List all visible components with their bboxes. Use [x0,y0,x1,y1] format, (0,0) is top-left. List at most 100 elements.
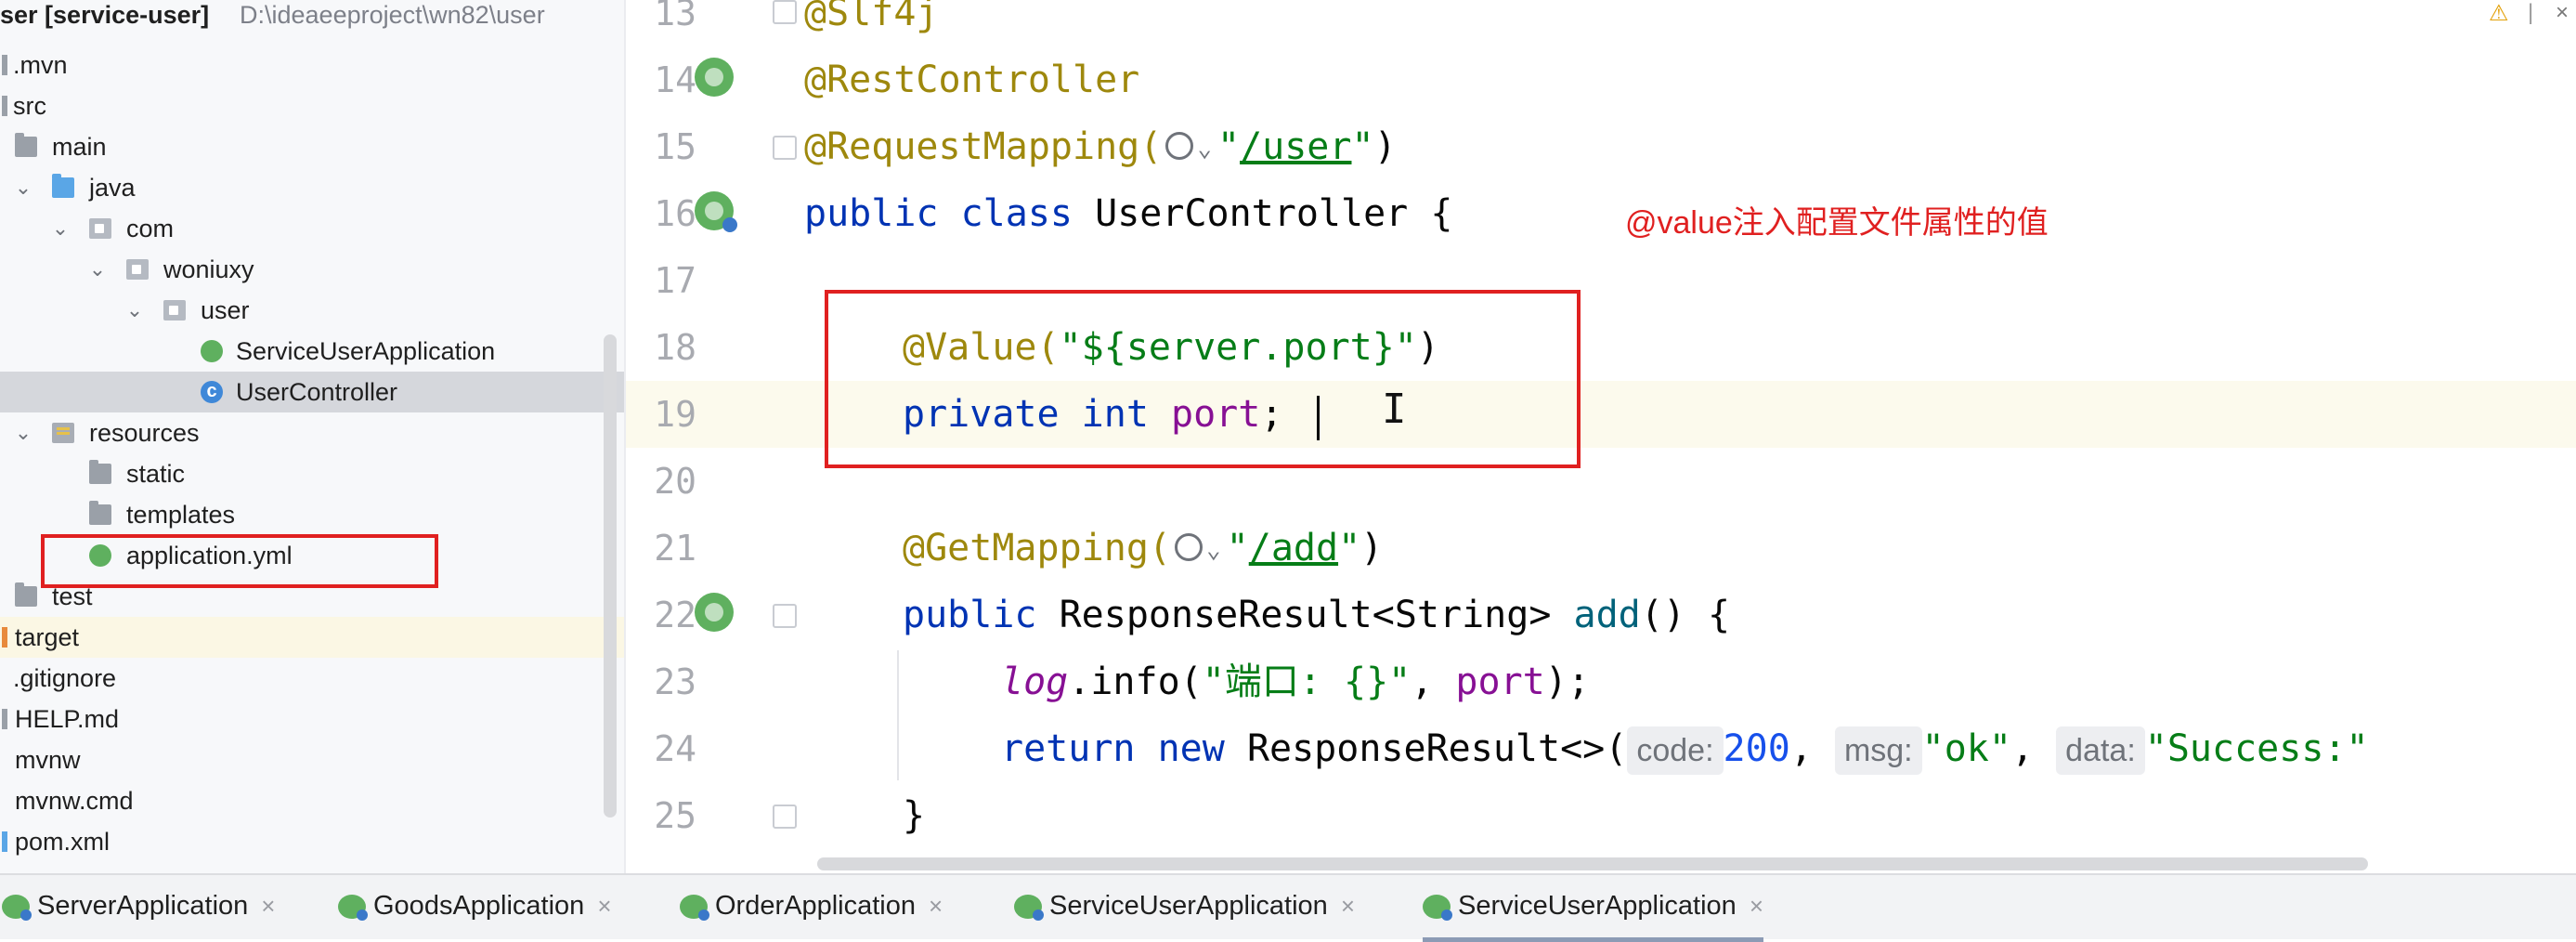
fold-marker-icon[interactable] [773,604,797,628]
spring-boot-run-icon [338,895,368,922]
code-line-21: @GetMapping(⌄ "/add") [903,527,1384,569]
tree-item-label: main [52,133,107,161]
fold-marker-icon[interactable] [773,805,797,829]
highlight-box-application-yml [41,534,438,588]
string-token: "/user" [1216,125,1374,168]
project-root-row[interactable]: ser [service-user] D:\ideaeeproject\wn82… [0,0,624,35]
spring-boot-run-icon [1014,895,1044,922]
fold-marker-icon[interactable] [773,136,797,160]
editor-horizontal-scrollbar[interactable] [817,857,2368,870]
chevron-down-icon[interactable]: ⌄ [124,300,145,321]
project-path: D:\ideaeeproject\wn82\user [240,1,545,29]
spring-boot-run-icon [680,895,709,922]
run-tab-label: OrderApplication [715,891,916,921]
line-number: 21 [654,528,696,569]
line-number: 13 [654,0,696,33]
spring-controller-gutter-icon[interactable] [695,191,737,232]
close-icon[interactable]: × [261,892,275,920]
chevron-down-icon[interactable]: ⌄ [1206,536,1221,564]
tree-item-main[interactable]: main [0,126,624,167]
tree-item-resources[interactable]: ⌄ resources [0,412,624,453]
string-token: "/add" [1226,527,1361,569]
tree-item-help-md[interactable]: HELP.md [0,699,624,739]
method-name-token: add [1573,594,1641,636]
tree-item-label: templates [126,501,236,529]
toolbar-separator: | [2528,0,2534,25]
run-tab-server-application[interactable]: ServerApplication × [2,875,275,937]
run-tab-label: ServiceUserApplication [1458,891,1737,921]
close-icon[interactable]: × [597,892,611,920]
tree-item-mvnw-cmd[interactable]: mvnw.cmd [0,780,624,821]
spring-boot-class-icon [201,340,223,362]
code-line-15: @RequestMapping(⌄ "/user") [804,125,1397,168]
tree-item-gitignore[interactable]: .gitignore [0,658,624,699]
line-number: 24 [654,728,696,769]
highlight-box-value-field [825,290,1581,468]
file-icon [2,831,7,852]
tree-item-usercontroller[interactable]: UserController [0,371,624,412]
spring-bean-gutter-icon[interactable] [695,58,734,97]
tree-item-label: UserController [236,378,398,406]
target-folder-icon [2,627,7,648]
tree-item-serviceuserapplication[interactable]: ServiceUserApplication [0,331,624,372]
close-icon[interactable]: × [1341,892,1355,920]
warning-icon[interactable]: ⚠ [2489,0,2509,27]
code-line-16: public class UserController { [804,192,1453,235]
tree-item-label: src [13,92,46,120]
chevron-down-icon[interactable]: ⌄ [13,423,33,443]
indent-guide [897,650,899,780]
chevron-down-icon[interactable]: ⌄ [50,218,71,239]
tree-item-java[interactable]: ⌄ java [0,167,624,208]
tree-item-label: user [201,296,250,324]
tree-item-user[interactable]: ⌄ user [0,290,624,331]
tree-item-label: target [15,623,80,651]
code-line-14: @RestController [804,46,1139,113]
line-number: 23 [654,661,696,702]
globe-icon[interactable] [1165,132,1194,160]
annotation-token: @RestController [804,59,1140,101]
line-number: 14 [654,59,696,100]
close-icon[interactable]: × [2556,0,2569,26]
tree-item-mvnw[interactable]: mvnw [0,739,624,780]
tree-item-templates[interactable]: templates [0,494,624,535]
tree-item-label: .gitignore [13,664,117,692]
code-line-23: log.info("端口: {}", port); [1001,661,1590,703]
run-tab-goods-application[interactable]: GoodsApplication × [338,875,612,937]
globe-icon[interactable] [1174,533,1203,561]
tree-item-woniuxy[interactable]: ⌄ woniuxy [0,249,624,290]
tree-item-pom-xml[interactable]: pom.xml [0,821,624,862]
chevron-down-icon[interactable]: ⌄ [13,177,33,198]
tree-item-label: resources [89,419,200,447]
string-token: "端口: {}" [1202,661,1412,703]
tree-item-com[interactable]: ⌄ com [0,208,624,249]
line-number: 18 [654,327,696,368]
run-tab-label: ServerApplication [37,891,249,921]
tree-item-label: mvnw [15,746,81,774]
folder-icon [15,133,37,157]
run-tab-service-user-application[interactable]: ServiceUserApplication × [1014,875,1355,937]
chevron-down-icon[interactable]: ⌄ [1197,135,1212,163]
line-number: 17 [654,260,696,301]
close-icon[interactable]: × [929,892,943,920]
annotation-token: @GetMapping( [903,527,1171,569]
spring-endpoint-gutter-icon[interactable] [695,593,734,632]
tree-item-src[interactable]: src [0,85,624,126]
package-icon [163,300,186,321]
java-class-icon [201,371,223,412]
tree-item-target[interactable]: target [0,617,624,658]
chevron-down-icon[interactable]: ⌄ [87,259,108,280]
line-number: 20 [654,461,696,502]
tree-item-label: .mvn [13,51,68,79]
tree-item-label: java [89,174,136,202]
tree-item-mvn[interactable]: .mvn [0,45,624,85]
run-tab-order-application[interactable]: OrderApplication × [680,875,943,937]
fold-marker-icon[interactable] [773,0,797,24]
tree-item-static[interactable]: static [0,453,624,494]
annotation-note: @value注入配置文件属性的值 [1625,205,2049,241]
close-icon[interactable]: × [1750,892,1763,920]
folder-icon [2,55,7,75]
run-tab-service-user-application-active[interactable]: ServiceUserApplication × [1423,875,1763,942]
tree-scrollbar[interactable] [604,334,617,818]
source-folder-icon [52,174,74,198]
resources-folder-icon [52,423,74,443]
